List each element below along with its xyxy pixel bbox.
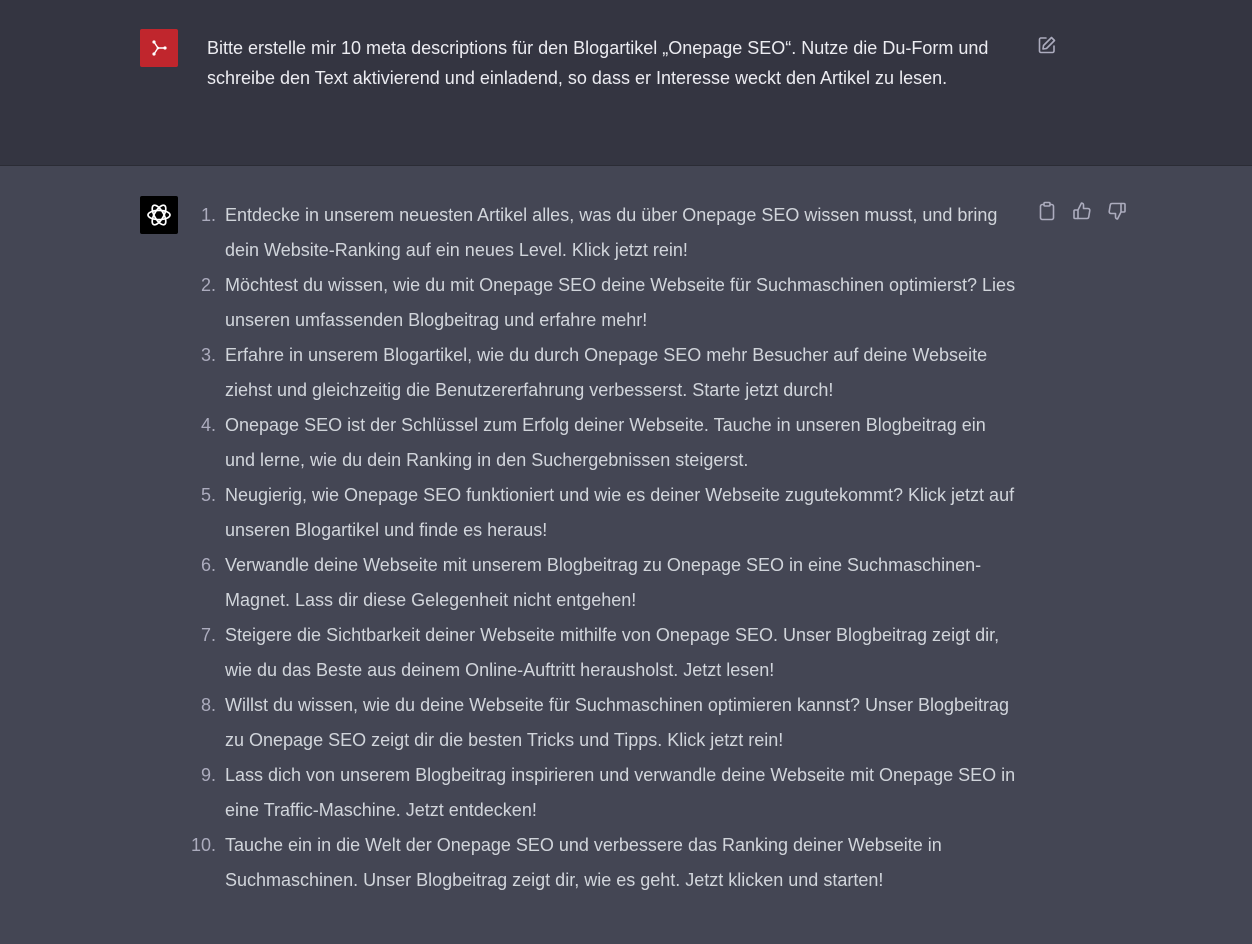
- list-item-number: 2.: [200, 275, 216, 295]
- openai-logo-icon: [145, 201, 173, 229]
- user-avatar-icon: [149, 38, 169, 58]
- list-item-number: 4.: [200, 415, 216, 435]
- edit-icon[interactable]: [1037, 35, 1057, 55]
- list-item-text: Tauche ein in die Welt der Onepage SEO u…: [225, 835, 942, 890]
- list-item-text: Lass dich von unserem Blogbeitrag inspir…: [225, 765, 1016, 820]
- user-message: Bitte erstelle mir 10 meta descriptions …: [0, 0, 1252, 166]
- list-item: 7. Steigere die Sichtbarkeit deiner Webs…: [180, 618, 1020, 688]
- list-item-text: Möchtest du wissen, wie du mit Onepage S…: [225, 275, 1016, 330]
- thumbs-down-icon[interactable]: [1107, 200, 1127, 222]
- list-item-text: Neugierig, wie Onepage SEO funktioniert …: [225, 485, 1015, 540]
- list-item-number: 6.: [200, 555, 216, 575]
- thumbs-up-icon[interactable]: [1072, 200, 1092, 222]
- list-item: 5. Neugierig, wie Onepage SEO funktionie…: [180, 478, 1020, 548]
- list-item-text: Onepage SEO ist der Schlüssel zum Erfolg…: [225, 415, 986, 470]
- list-item-number: 7.: [200, 625, 216, 645]
- list-item: 6. Verwandle deine Webseite mit unserem …: [180, 548, 1020, 618]
- list-item-text: Steigere die Sichtbarkeit deiner Webseit…: [225, 625, 1000, 680]
- list-item-number: 5.: [200, 485, 216, 505]
- list-item: 10. Tauche ein in die Welt der Onepage S…: [180, 828, 1020, 898]
- list-item-number: 8.: [200, 695, 216, 715]
- message-actions: [1037, 200, 1127, 222]
- list-item-text: Verwandle deine Webseite mit unserem Blo…: [225, 555, 982, 610]
- list-item-text: Willst du wissen, wie du deine Webseite …: [225, 695, 1010, 750]
- list-item-number: 1.: [200, 205, 216, 225]
- user-message-text: Bitte erstelle mir 10 meta descriptions …: [207, 38, 989, 88]
- list-item-number: 9.: [200, 765, 216, 785]
- copy-icon[interactable]: [1037, 200, 1057, 222]
- meta-descriptions-list: 1. Entdecke in unserem neuesten Artikel …: [180, 198, 1020, 898]
- list-item-text: Erfahre in unserem Blogartikel, wie du d…: [225, 345, 988, 400]
- list-item: 9. Lass dich von unserem Blogbeitrag ins…: [180, 758, 1020, 828]
- list-item: 3. Erfahre in unserem Blogartikel, wie d…: [180, 338, 1020, 408]
- list-item: 1. Entdecke in unserem neuesten Artikel …: [180, 198, 1020, 268]
- list-item: 8. Willst du wissen, wie du deine Websei…: [180, 688, 1020, 758]
- assistant-avatar: [140, 196, 178, 234]
- assistant-message: 1. Entdecke in unserem neuesten Artikel …: [0, 166, 1252, 944]
- list-item-number: 10.: [190, 835, 216, 855]
- list-item: 4. Onepage SEO ist der Schlüssel zum Erf…: [180, 408, 1020, 478]
- list-item: 2. Möchtest du wissen, wie du mit Onepag…: [180, 268, 1020, 338]
- list-item-number: 3.: [200, 345, 216, 365]
- user-avatar: [140, 29, 178, 67]
- list-item-text: Entdecke in unserem neuesten Artikel all…: [225, 205, 998, 260]
